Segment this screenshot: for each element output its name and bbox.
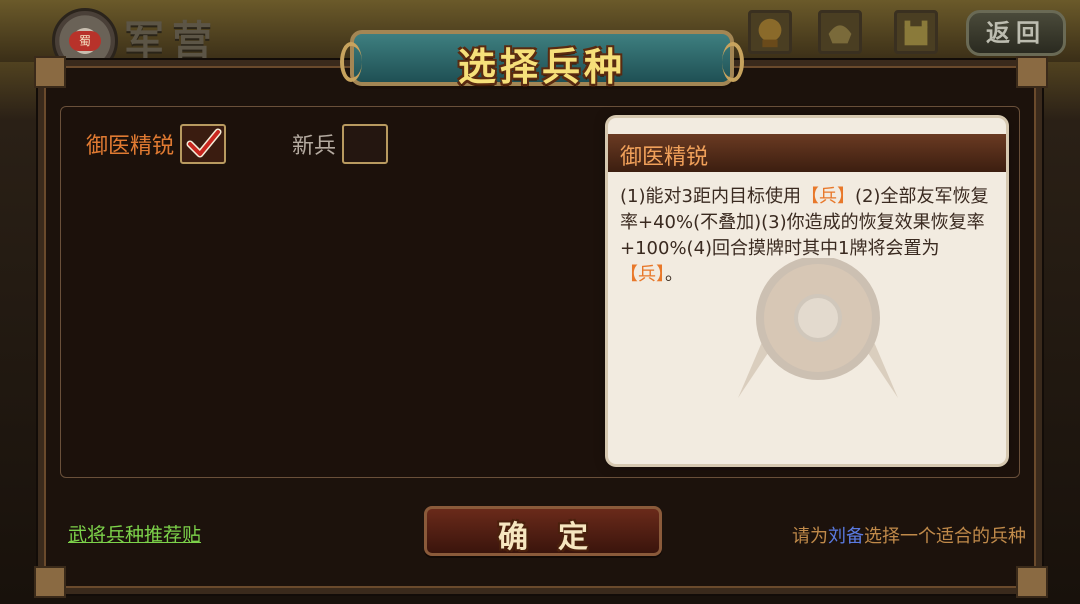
recommendation-link[interactable]: 武将兵种推荐贴 [68,520,201,547]
dialog-title: 选择兵种 [457,44,626,89]
dialog-title-banner: 选择兵种 [340,30,744,89]
dialog-corner-ornament [34,56,66,88]
option-checkbox[interactable] [180,124,227,164]
info-title: 御医精锐 [620,145,709,170]
dialog-corner-ornament [1016,566,1048,598]
info-header: 御医精锐 [608,134,1006,172]
faction-label: 蜀 [69,31,101,51]
page-title: 军营 [124,17,220,64]
info-description: (1)能对3距内目标使用【兵】(2)全部友军恢复率+40%(不叠加)(3)你造成… [620,184,996,288]
desc-highlight: 【兵】 [800,186,855,207]
hero-name: 刘备 [828,526,864,547]
desc-text: 。 [665,264,683,285]
checkmark-icon [186,128,222,158]
dialog-corner-ornament [34,566,66,598]
desc-text: (1)能对3距内目标使用 [620,186,801,207]
hint-prefix: 请为 [792,526,828,547]
fortress-icon[interactable] [894,10,938,54]
selection-hint: 请为刘备选择一个适合的兵种 [792,522,1026,548]
option-checkbox[interactable] [342,124,389,164]
back-button[interactable]: 返回 [966,10,1066,56]
hint-suffix: 选择一个适合的兵种 [864,526,1026,547]
option-label: 御医精锐 [86,134,175,159]
desc-highlight: 【兵】 [620,264,665,285]
troop-option-imperial-medic[interactable]: 御医精锐 [86,124,227,164]
confirm-label: 确定 [498,520,618,555]
confirm-button[interactable]: 确定 [424,506,662,556]
helmet-portrait-icon[interactable] [818,10,862,54]
troop-info-card: 御医精锐 (1)能对3距内目标使用【兵】(2)全部友军恢复率+40%(不叠加)(… [608,118,1006,464]
dialog-corner-ornament [1016,56,1048,88]
option-label: 新兵 [292,134,337,159]
warrior-portrait-icon[interactable] [748,10,792,54]
troop-option-recruit[interactable]: 新兵 [292,124,389,164]
